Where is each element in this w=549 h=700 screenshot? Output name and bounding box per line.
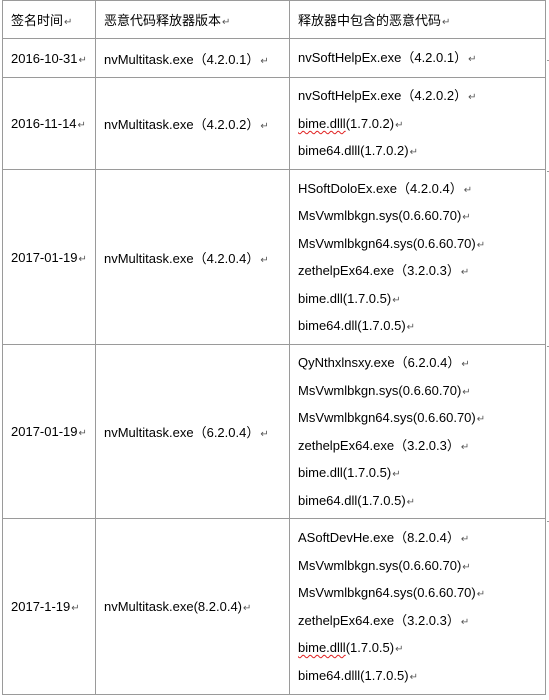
- malware-file: MsVwmlbkgn.sys(0.6.60.70)↵: [298, 382, 471, 398]
- malware-file: zethelpEx64.exe（3.2.0.3）↵: [298, 263, 470, 278]
- table-row: 2016-10-31↵ nvMultitask.exe（4.2.0.1）↵ nv…: [2, 38, 546, 78]
- cell-contained-malware: ASoftDevHe.exe（8.2.0.4）↵ MsVwmlbkgn.sys(…: [289, 518, 546, 695]
- cell-sign-time: 2017-1-19↵: [2, 518, 96, 695]
- malware-file: zethelpEx64.exe（3.2.0.3）↵: [298, 612, 470, 628]
- malware-file: MsVwmlbkgn.sys(0.6.60.70)↵: [298, 557, 471, 573]
- table-row: 2016-11-14↵ nvMultitask.exe（4.2.0.2）↵ nv…: [2, 77, 546, 170]
- malware-file: MsVwmlbkgn.sys(0.6.60.70)↵: [298, 208, 471, 223]
- cell-dropper-version: nvMultitask.exe（6.2.0.4）↵: [95, 344, 290, 519]
- cell-dropper-version: nvMultitask.exe（4.2.0.1）↵: [95, 38, 290, 78]
- malware-file: MsVwmlbkgn64.sys(0.6.60.70)↵: [298, 585, 486, 600]
- table-row: 2017-01-19↵ nvMultitask.exe（4.2.0.4）↵ HS…: [2, 169, 546, 345]
- malware-file: ASoftDevHe.exe（8.2.0.4）↵: [298, 530, 470, 545]
- malware-file: HSoftDoloEx.exe（4.2.0.4）↵: [298, 180, 473, 196]
- malware-file: bime64.dlll(1.7.0.2)↵: [298, 143, 418, 159]
- table-row: 2017-01-19↵ nvMultitask.exe（6.2.0.4）↵ Qy…: [2, 344, 546, 519]
- malware-file: MsVwmlbkgn64.sys(0.6.60.70)↵: [298, 235, 486, 251]
- cell-contained-malware: HSoftDoloEx.exe（4.2.0.4）↵ MsVwmlbkgn.sys…: [289, 169, 546, 345]
- header-dropper-version: 恶意代码释放器版本↵: [95, 0, 290, 39]
- malware-file: MsVwmlbkgn64.sys(0.6.60.70)↵: [298, 410, 486, 425]
- cell-contained-malware: nvSoftHelpEx.exe（4.2.0.1）↵: [289, 38, 546, 78]
- malware-file: bime64.dll(1.7.0.5)↵: [298, 318, 416, 333]
- malware-file: nvSoftHelpEx.exe（4.2.0.2）↵: [298, 88, 477, 104]
- malware-file: QyNthxlnsxy.exe（6.2.0.4）↵: [298, 355, 470, 370]
- cell-sign-time: 2016-11-14↵: [2, 77, 96, 170]
- malware-file: bime.dlll(1.7.0.2)↵: [298, 115, 404, 131]
- cell-dropper-version: nvMultitask.exe(8.2.0.4)↵: [95, 518, 290, 695]
- malware-file: bime.dll(1.7.0.5)↵: [298, 290, 401, 306]
- spellcheck-underlined-text: bime.dlll: [298, 115, 346, 131]
- malware-file: zethelpEx64.exe（3.2.0.3）↵: [298, 437, 470, 453]
- malware-file: bime64.dll(1.7.0.5)↵: [298, 492, 416, 508]
- cell-contained-malware: nvSoftHelpEx.exe（4.2.0.2）↵ bime.dlll(1.7…: [289, 77, 546, 170]
- malware-dropper-table: 签名时间↵ 恶意代码释放器版本↵ 释放器中包含的恶意代码↵ 2016-10-31…: [2, 0, 546, 695]
- spellcheck-underlined-text: bime.dlll: [298, 640, 346, 655]
- malware-file: nvSoftHelpEx.exe（4.2.0.1）↵: [298, 50, 477, 66]
- header-contained-malware: 释放器中包含的恶意代码↵: [289, 0, 546, 39]
- cell-sign-time: 2017-01-19↵: [2, 344, 96, 519]
- table-header-row: 签名时间↵ 恶意代码释放器版本↵ 释放器中包含的恶意代码↵: [2, 0, 546, 39]
- malware-file: bime64.dlll(1.7.0.5)↵: [298, 667, 418, 683]
- table-row: 2017-1-19↵ nvMultitask.exe(8.2.0.4)↵ ASo…: [2, 518, 546, 695]
- cell-sign-time: 2016-10-31↵: [2, 38, 96, 78]
- malware-file: bime.dll(1.7.0.5)↵: [298, 465, 401, 480]
- cell-dropper-version: nvMultitask.exe（4.2.0.2）↵: [95, 77, 290, 170]
- malware-file: bime.dlll(1.7.0.5)↵: [298, 640, 404, 655]
- cell-sign-time: 2017-01-19↵: [2, 169, 96, 345]
- cell-contained-malware: QyNthxlnsxy.exe（6.2.0.4）↵ MsVwmlbkgn.sys…: [289, 344, 546, 519]
- header-sign-time: 签名时间↵: [2, 0, 96, 39]
- cell-dropper-version: nvMultitask.exe（4.2.0.4）↵: [95, 169, 290, 345]
